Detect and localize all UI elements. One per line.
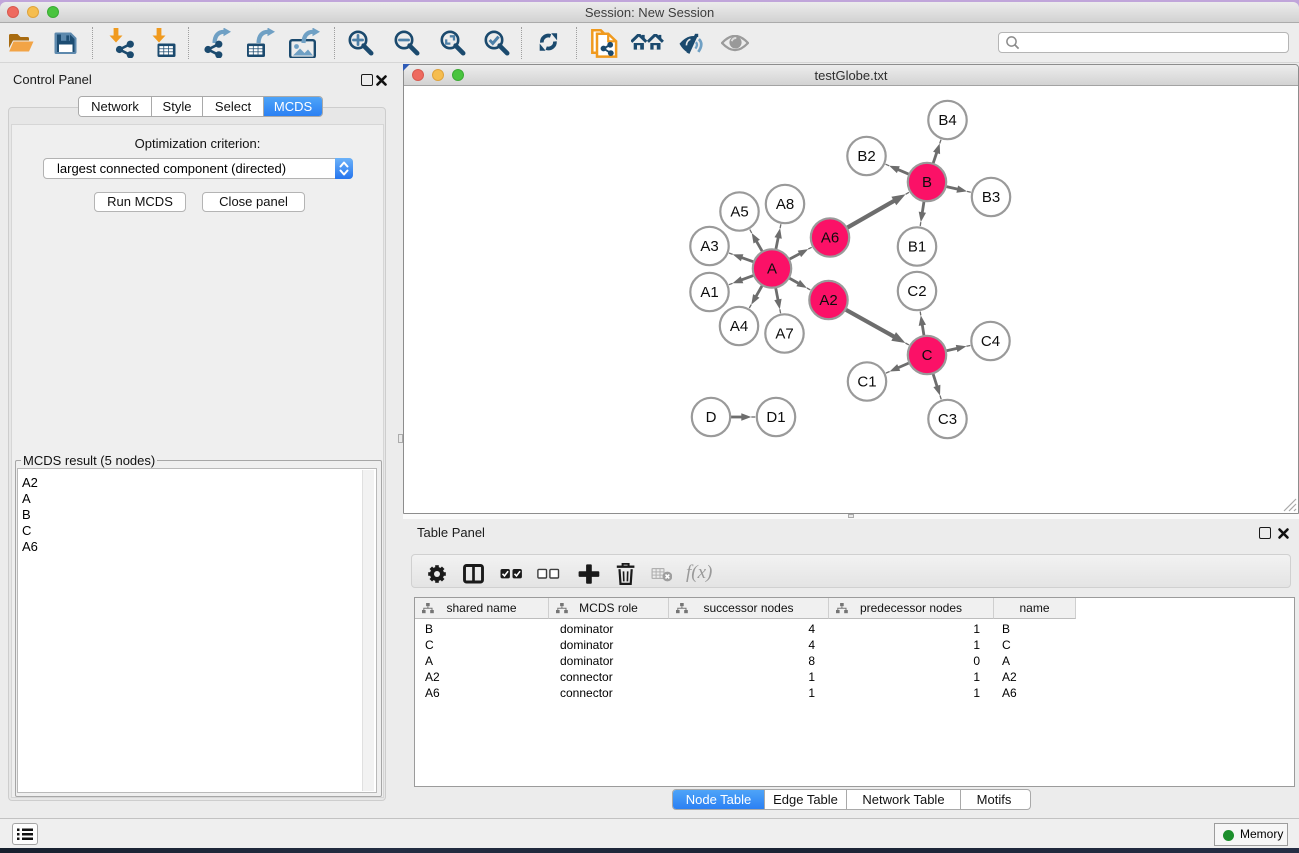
svg-text:B: B <box>922 174 932 191</box>
svg-text:A1: A1 <box>700 284 718 301</box>
svg-text:C: C <box>922 347 933 364</box>
svg-text:D1: D1 <box>766 409 785 426</box>
svg-text:C1: C1 <box>857 374 876 391</box>
svg-text:B1: B1 <box>908 239 926 256</box>
svg-text:A6: A6 <box>821 230 839 247</box>
svg-text:B4: B4 <box>938 112 956 129</box>
svg-text:A: A <box>767 261 777 278</box>
svg-text:B3: B3 <box>982 189 1000 206</box>
svg-text:D: D <box>706 409 717 426</box>
svg-text:A8: A8 <box>776 196 794 213</box>
svg-text:C2: C2 <box>907 283 926 300</box>
svg-text:B2: B2 <box>857 148 875 165</box>
svg-text:A5: A5 <box>730 204 748 221</box>
svg-text:C4: C4 <box>981 333 1000 350</box>
svg-text:C3: C3 <box>938 411 957 428</box>
svg-text:A2: A2 <box>819 292 837 309</box>
svg-text:A7: A7 <box>775 326 793 343</box>
svg-text:A4: A4 <box>730 318 748 335</box>
svg-text:A3: A3 <box>700 238 718 255</box>
